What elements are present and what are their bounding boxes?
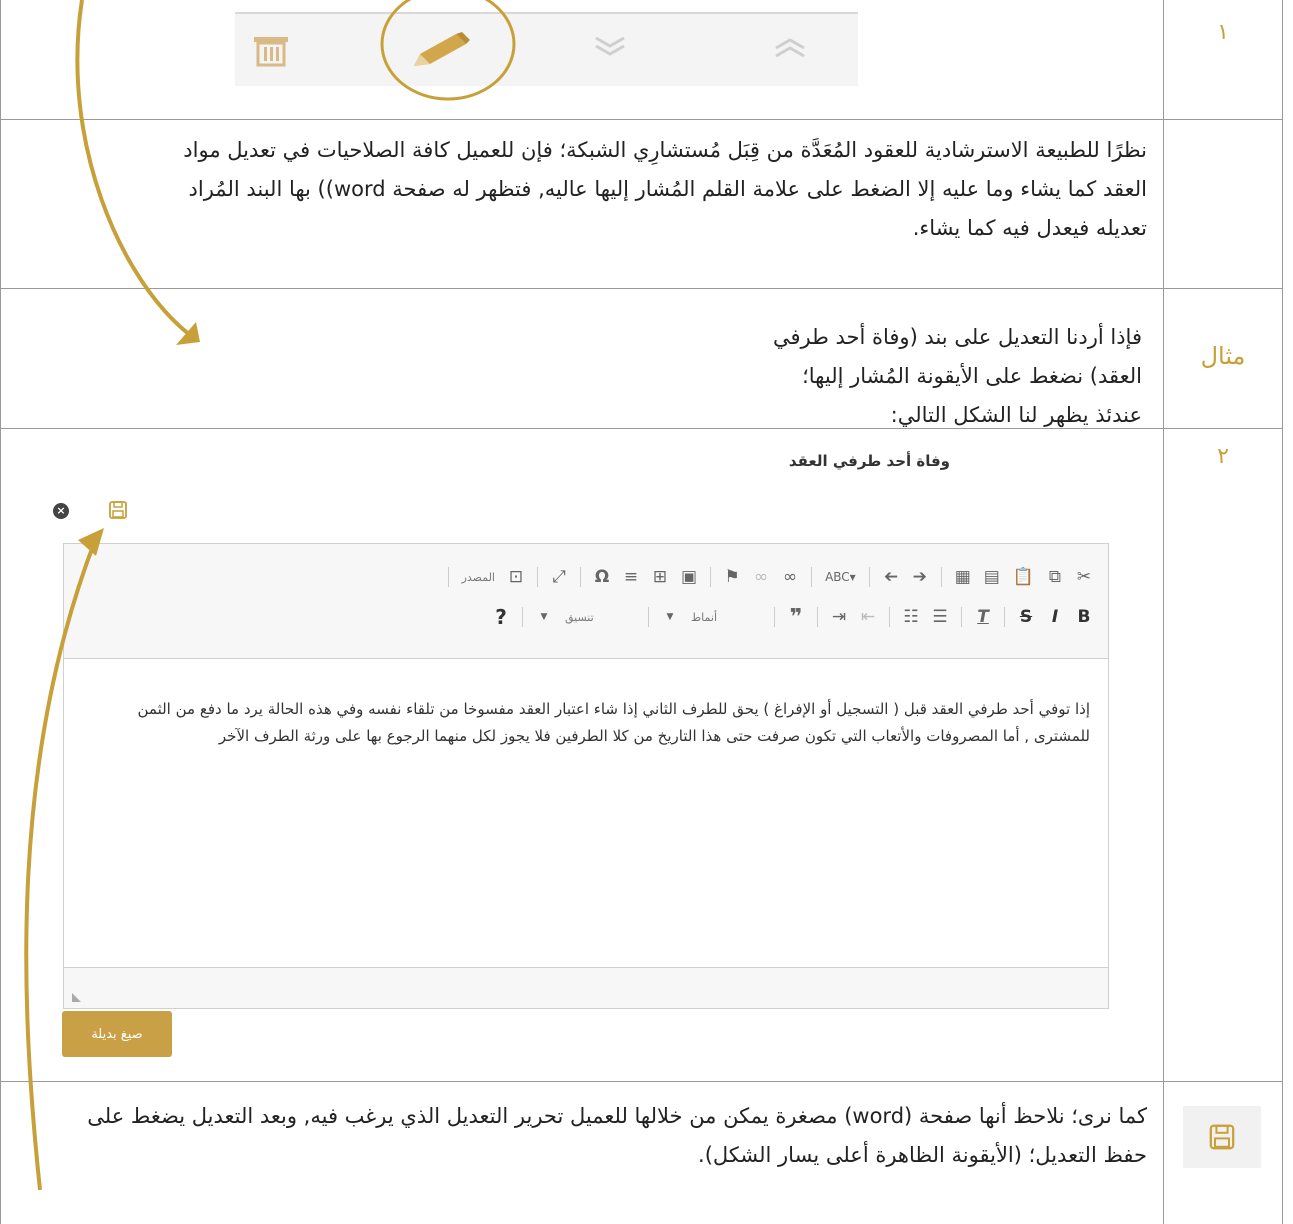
- action-icons-strip: [235, 12, 858, 86]
- toolbar-separator: [580, 567, 581, 587]
- format-dropdown[interactable]: تنسيق: [565, 611, 635, 624]
- row-number-2: ٢: [1217, 444, 1229, 469]
- table-border-right: [1282, 0, 1283, 1224]
- bulleted-list-icon[interactable]: ☷: [903, 607, 919, 627]
- table-icon[interactable]: ⊞: [652, 567, 668, 587]
- editor-toolbar: ✂ ⧉ 📋 ▤ ▦ ➔ ➔ ABC▾ ∞ ∞ ⚑ ▣ ⊞ ≡ Ω ⤢ ⊡ الم…: [64, 544, 1108, 659]
- cut-icon[interactable]: ✂: [1076, 567, 1092, 587]
- alternative-wording-button[interactable]: صيغ بديلة: [62, 1011, 172, 1057]
- row-divider: [0, 119, 1282, 120]
- resize-handle-icon[interactable]: [72, 993, 81, 1002]
- undo-icon[interactable]: ➔: [883, 567, 899, 587]
- chevrons-up-icon[interactable]: [772, 32, 808, 66]
- toolbar-separator: [1004, 607, 1005, 627]
- link-icon[interactable]: ∞: [782, 567, 798, 587]
- source-button[interactable]: المصدر: [462, 571, 495, 584]
- editor-content[interactable]: إذا توفي أحد طرفي العقد قبل ( التسجيل أو…: [82, 696, 1091, 750]
- save-instruction-paragraph: كما نرى؛ نلاحظ أنها صفحة (word) مصغرة يم…: [87, 1104, 1147, 1167]
- styles-dropdown[interactable]: أنماط: [691, 611, 761, 624]
- toolbar-separator: [447, 567, 449, 587]
- editor-status-bar: [64, 967, 1108, 1008]
- spellcheck-icon[interactable]: ABC▾: [825, 570, 856, 584]
- toolbar-separator: [537, 567, 538, 587]
- row-label-example: مثال: [1200, 342, 1246, 370]
- blockquote-icon[interactable]: ❞: [788, 605, 804, 630]
- save-icon-large: [1183, 1106, 1261, 1168]
- row-divider: [0, 1081, 1282, 1082]
- example-paragraph: فإذا أردنا التعديل على بند (وفاة أحد طرف…: [772, 325, 1142, 427]
- row-number-1: ١: [1217, 20, 1229, 45]
- chevron-down-icon[interactable]: ▼: [662, 612, 678, 622]
- edit-rights-paragraph: نظرًا للطبيعة الاسترشادية للعقود المُعَد…: [183, 138, 1147, 240]
- delete-icon[interactable]: [249, 34, 293, 72]
- copy-icon[interactable]: ⧉: [1047, 567, 1063, 587]
- toolbar-separator: [868, 567, 870, 587]
- toolbar-separator: [961, 607, 962, 627]
- toolbar-separator: [710, 567, 712, 587]
- table-border-left: [0, 0, 1, 1224]
- toolbar-separator: [648, 607, 649, 627]
- numbered-list-icon[interactable]: ☰: [932, 607, 948, 627]
- rich-text-editor: ✂ ⧉ 📋 ▤ ▦ ➔ ➔ ABC▾ ∞ ∞ ⚑ ▣ ⊞ ≡ Ω ⤢ ⊡ الم…: [63, 543, 1109, 1009]
- clause-title: وفاة أحد طرفي العقد: [788, 452, 950, 470]
- save-icon[interactable]: [108, 500, 128, 524]
- source-icon[interactable]: ⊡: [508, 567, 524, 587]
- instruction-table: ١ مثال ٢ نظرًا للطبيعة الاسترشادية للعقو…: [0, 0, 1293, 1224]
- indent-icon[interactable]: ⇥: [831, 607, 847, 627]
- anchor-flag-icon[interactable]: ⚑: [724, 567, 740, 587]
- bold-button[interactable]: B: [1076, 607, 1092, 627]
- close-icon[interactable]: ×: [53, 503, 69, 519]
- editor-toolbar-row-1: ✂ ⧉ 📋 ▤ ▦ ➔ ➔ ABC▾ ∞ ∞ ⚑ ▣ ⊞ ≡ Ω ⤢ ⊡ الم…: [447, 562, 1092, 592]
- image-icon[interactable]: ▣: [681, 567, 697, 587]
- editor-toolbar-row-2: B I S T ☰ ☷ ⇤ ⇥ ❞ أنماط ▼ تنسيق ▼ ?: [493, 602, 1092, 632]
- horizontal-line-icon[interactable]: ≡: [623, 567, 639, 587]
- paste-icon[interactable]: 📋: [1013, 567, 1034, 587]
- paste-text-icon[interactable]: ▤: [984, 567, 1000, 587]
- outdent-icon[interactable]: ⇤: [860, 607, 876, 627]
- toolbar-separator: [889, 607, 890, 627]
- chevrons-down-icon[interactable]: [592, 32, 628, 66]
- table-border-divider: [1163, 0, 1164, 1224]
- help-button[interactable]: ?: [493, 605, 509, 629]
- redo-icon[interactable]: ➔: [912, 567, 928, 587]
- toolbar-separator: [522, 607, 523, 627]
- maximize-icon[interactable]: ⤢: [551, 567, 567, 587]
- special-char-icon[interactable]: Ω: [594, 567, 610, 587]
- strike-button[interactable]: S: [1018, 607, 1034, 627]
- remove-format-icon[interactable]: T: [975, 607, 991, 627]
- pencil-icon[interactable]: [410, 32, 474, 74]
- paste-word-icon[interactable]: ▦: [955, 567, 971, 587]
- toolbar-separator: [940, 567, 942, 587]
- toolbar-separator: [811, 567, 813, 587]
- toolbar-separator: [774, 607, 775, 627]
- chevron-down-icon[interactable]: ▼: [536, 612, 552, 622]
- row-divider: [0, 288, 1282, 289]
- unlink-icon[interactable]: ∞: [753, 567, 769, 587]
- italic-button[interactable]: I: [1047, 607, 1063, 627]
- toolbar-separator: [817, 607, 818, 627]
